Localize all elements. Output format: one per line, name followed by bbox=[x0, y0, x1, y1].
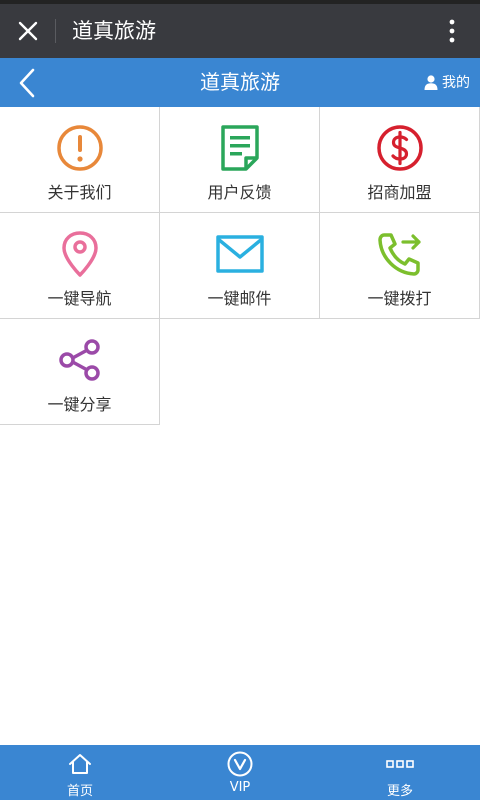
grid-item-call[interactable]: 一键拨打 bbox=[320, 213, 480, 319]
app-root: 道真旅游 道真旅游 我的 关于我们 用户反馈 招商加盟 一键导航 一键邮件 一键… bbox=[0, 0, 480, 800]
tab-more[interactable]: 更多 bbox=[320, 745, 480, 800]
browser-top-bar: 道真旅游 bbox=[0, 4, 480, 58]
grid-item-user-feedback[interactable]: 用户反馈 bbox=[160, 107, 320, 213]
app-header: 道真旅游 我的 bbox=[0, 58, 480, 107]
tab-label: 首页 bbox=[66, 784, 93, 799]
tab-home[interactable]: 首页 bbox=[0, 745, 160, 800]
grid-item-navigation[interactable]: 一键导航 bbox=[0, 213, 160, 319]
more-options-button[interactable] bbox=[440, 13, 464, 49]
tab-vip[interactable]: VIP bbox=[160, 745, 320, 800]
document-feedback-icon bbox=[220, 125, 259, 171]
bottom-tab-bar: 首页 VIP 更多 bbox=[0, 745, 480, 800]
grid-item-email[interactable]: 一键邮件 bbox=[160, 213, 320, 319]
grid-item-label: 一键导航 bbox=[47, 289, 112, 308]
browser-title: 道真旅游 bbox=[72, 19, 156, 43]
grid-item-label: 用户反馈 bbox=[207, 183, 272, 202]
grid-item-label: 招商加盟 bbox=[367, 183, 432, 202]
home-icon bbox=[69, 754, 91, 774]
vip-icon bbox=[227, 751, 253, 777]
dollar-circle-icon bbox=[376, 125, 423, 171]
tab-label: 更多 bbox=[386, 784, 413, 799]
mail-icon bbox=[215, 235, 264, 273]
grid-item-about-us[interactable]: 关于我们 bbox=[0, 107, 160, 213]
grid-item-label: 关于我们 bbox=[47, 183, 112, 202]
grid-item-label: 一键邮件 bbox=[207, 289, 272, 308]
back-button[interactable] bbox=[10, 62, 44, 104]
more-dots-icon bbox=[386, 760, 414, 768]
mine-button[interactable]: 我的 bbox=[424, 70, 470, 94]
user-icon bbox=[424, 74, 438, 90]
close-icon bbox=[18, 21, 38, 41]
chevron-left-icon bbox=[19, 68, 35, 98]
grid-item-label: 一键拨打 bbox=[367, 289, 432, 308]
share-icon bbox=[58, 339, 100, 381]
more-vertical-icon bbox=[449, 19, 455, 43]
phone-call-icon bbox=[377, 233, 421, 276]
info-circle-icon bbox=[56, 125, 103, 171]
close-button[interactable] bbox=[10, 13, 46, 49]
grid-item-franchise[interactable]: 招商加盟 bbox=[320, 107, 480, 213]
divider bbox=[55, 19, 56, 43]
grid-item-label: 一键分享 bbox=[47, 395, 112, 414]
location-pin-icon bbox=[61, 231, 98, 277]
grid-item-share[interactable]: 一键分享 bbox=[0, 319, 160, 425]
mine-label: 我的 bbox=[442, 75, 470, 91]
page-title: 道真旅游 bbox=[200, 70, 280, 94]
tab-label: VIP bbox=[229, 780, 251, 795]
